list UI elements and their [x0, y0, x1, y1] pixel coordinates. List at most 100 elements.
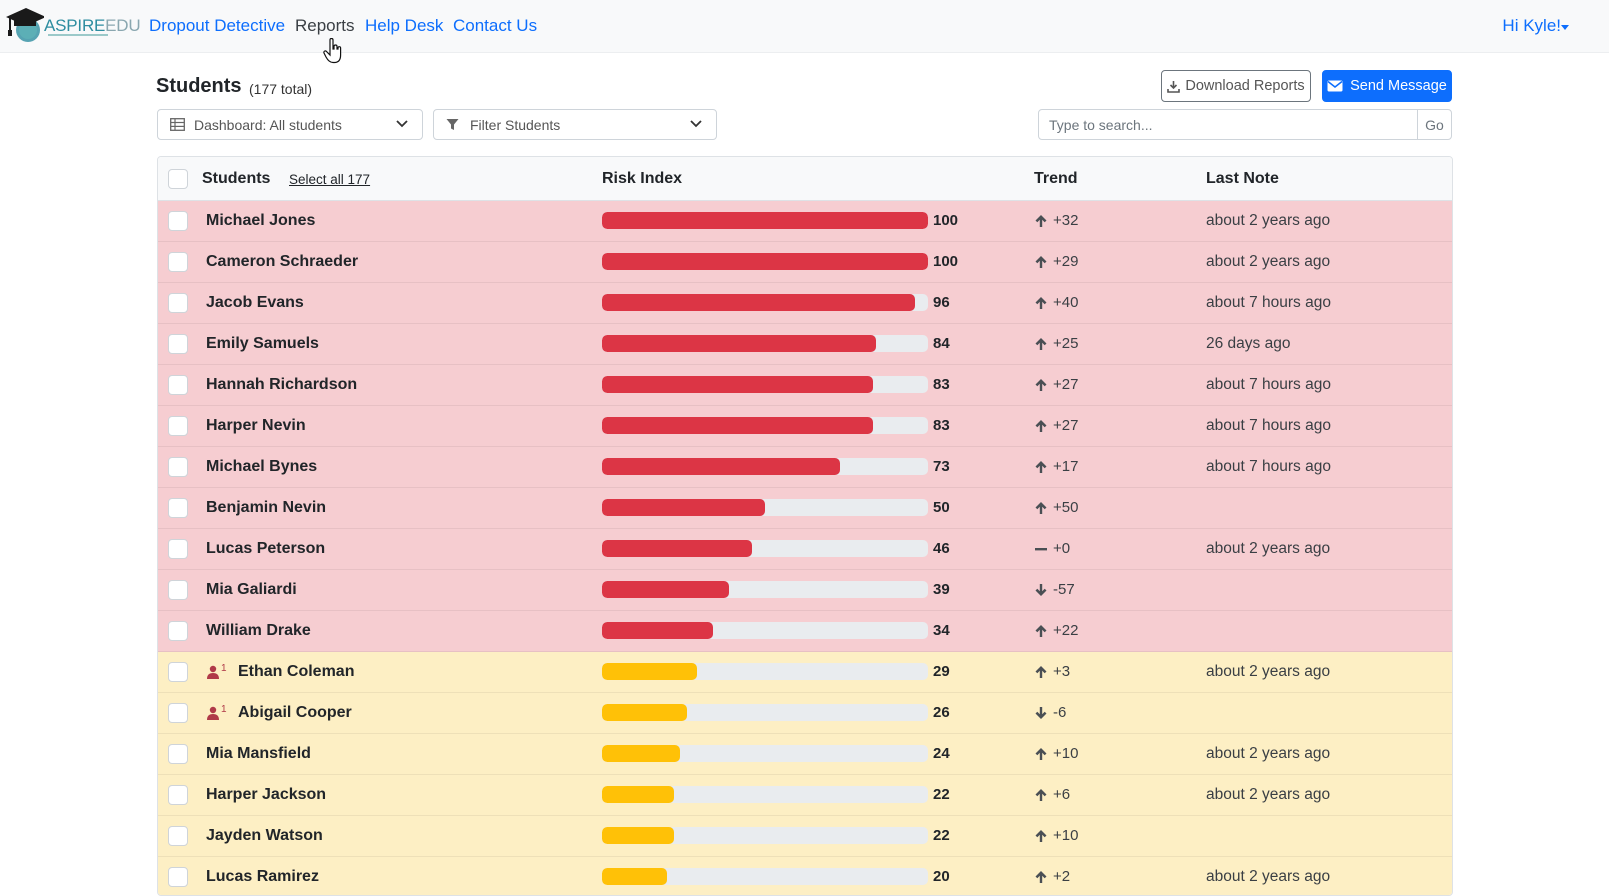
user-menu[interactable]: Hi Kyle!: [1502, 16, 1561, 36]
last-note-value[interactable]: about 7 hours ago: [1206, 458, 1331, 476]
last-note-value[interactable]: about 7 hours ago: [1206, 417, 1331, 435]
student-name[interactable]: Emily Samuels: [206, 335, 319, 353]
row-checkbox[interactable]: [168, 703, 188, 723]
student-name[interactable]: Michael Bynes: [206, 458, 317, 476]
table-row[interactable]: Harper Nevin 83 +27 about 7 hours ago: [158, 406, 1452, 447]
last-note-value[interactable]: about 2 years ago: [1206, 253, 1330, 271]
row-checkbox[interactable]: [168, 334, 188, 354]
table-row[interactable]: Emily Samuels 84 +25 26 days ago: [158, 324, 1452, 365]
row-checkbox[interactable]: [168, 621, 188, 641]
table-row[interactable]: Michael Jones 100 +32 about 2 years ago: [158, 201, 1452, 242]
last-note-value[interactable]: about 2 years ago: [1206, 212, 1330, 230]
send-message-button[interactable]: Send Message: [1322, 70, 1452, 102]
arrow-up-icon: [1035, 788, 1047, 801]
dashboard-select-value: Dashboard: All students: [194, 116, 342, 133]
student-name[interactable]: Abigail Cooper: [238, 704, 352, 722]
row-checkbox[interactable]: [168, 293, 188, 313]
col-header-risk-index[interactable]: Risk Index: [602, 170, 682, 188]
table-row[interactable]: Lucas Ramirez 20 +2 about 2 years ago: [158, 857, 1452, 895]
table-row[interactable]: Cameron Schraeder 100 +29 about 2 years ago: [158, 242, 1452, 283]
row-checkbox[interactable]: [168, 375, 188, 395]
arrow-up-icon: [1035, 337, 1047, 350]
trend-value: +6: [1053, 786, 1071, 803]
last-note-value[interactable]: about 2 years ago: [1206, 540, 1330, 558]
student-name[interactable]: Harper Jackson: [206, 786, 326, 804]
dashboard-select[interactable]: Dashboard: All students: [157, 109, 423, 140]
row-checkbox[interactable]: [168, 785, 188, 805]
student-name[interactable]: Jacob Evans: [206, 294, 304, 312]
row-checkbox[interactable]: [168, 498, 188, 518]
last-note-value[interactable]: 26 days ago: [1206, 335, 1290, 353]
last-note-value[interactable]: about 2 years ago: [1206, 663, 1330, 681]
students-table: Students Select all 177 Risk Index Trend…: [157, 156, 1453, 896]
select-all-checkbox[interactable]: [168, 169, 188, 189]
risk-bar-fill: [602, 745, 681, 762]
row-checkbox[interactable]: [168, 662, 188, 682]
student-name[interactable]: Ethan Coleman: [238, 663, 354, 681]
student-name[interactable]: Lucas Ramirez: [206, 868, 319, 886]
student-name[interactable]: Lucas Peterson: [206, 540, 325, 558]
student-name[interactable]: Mia Mansfield: [206, 745, 311, 763]
row-checkbox[interactable]: [168, 867, 188, 887]
student-name[interactable]: Jayden Watson: [206, 827, 323, 845]
trend-value: -57: [1053, 581, 1075, 598]
student-name[interactable]: Cameron Schraeder: [206, 253, 358, 271]
download-reports-button[interactable]: Download Reports: [1161, 70, 1311, 102]
table-row[interactable]: Lucas Peterson 46 +0 about 2 years ago: [158, 529, 1452, 570]
row-checkbox[interactable]: [168, 826, 188, 846]
last-note-value[interactable]: about 2 years ago: [1206, 786, 1330, 804]
trend-cell: +22: [1034, 622, 1078, 639]
student-name[interactable]: Benjamin Nevin: [206, 499, 326, 517]
user-flag-icon[interactable]: 1: [206, 704, 228, 724]
last-note-value[interactable]: about 7 hours ago: [1206, 376, 1331, 394]
row-checkbox[interactable]: [168, 211, 188, 231]
user-flag-icon[interactable]: 1: [206, 663, 228, 683]
nav-reports[interactable]: Reports: [295, 16, 355, 36]
nav-dropout-detective[interactable]: Dropout Detective: [149, 16, 285, 36]
risk-bar: [602, 253, 928, 270]
filter-students-select[interactable]: Filter Students: [433, 109, 717, 140]
table-row[interactable]: Hannah Richardson 83 +27 about 7 hours ago: [158, 365, 1452, 406]
table-row[interactable]: 1 Abigail Cooper 26 -6: [158, 693, 1452, 734]
student-name[interactable]: Harper Nevin: [206, 417, 306, 435]
table-row[interactable]: William Drake 34 +22: [158, 611, 1452, 652]
risk-index-value: 84: [933, 335, 950, 352]
table-row[interactable]: Mia Galiardi 39 -57: [158, 570, 1452, 611]
table-row[interactable]: Benjamin Nevin 50 +50: [158, 488, 1452, 529]
risk-index-value: 50: [933, 499, 950, 516]
col-header-trend[interactable]: Trend: [1034, 170, 1078, 188]
last-note-value[interactable]: about 7 hours ago: [1206, 294, 1331, 312]
search-input[interactable]: [1038, 109, 1418, 140]
trend-cell: -57: [1034, 581, 1075, 598]
row-checkbox[interactable]: [168, 580, 188, 600]
col-header-last-note[interactable]: Last Note: [1206, 170, 1279, 188]
risk-bar-fill: [602, 335, 876, 352]
risk-index-value: 39: [933, 581, 950, 598]
aspiredu-logo[interactable]: ASPIREEDU: [4, 6, 141, 46]
row-checkbox[interactable]: [168, 252, 188, 272]
nav-help-desk[interactable]: Help Desk: [365, 16, 443, 36]
search-go-button[interactable]: Go: [1417, 109, 1452, 140]
row-checkbox[interactable]: [168, 744, 188, 764]
select-all-link[interactable]: Select all 177: [289, 172, 370, 187]
table-row[interactable]: Mia Mansfield 24 +10 about 2 years ago: [158, 734, 1452, 775]
table-row[interactable]: Jacob Evans 96 +40 about 7 hours ago: [158, 283, 1452, 324]
last-note-value[interactable]: about 2 years ago: [1206, 868, 1330, 886]
row-checkbox[interactable]: [168, 539, 188, 559]
row-checkbox[interactable]: [168, 416, 188, 436]
trend-cell: +17: [1034, 458, 1078, 475]
risk-index-value: 22: [933, 827, 950, 844]
student-name[interactable]: Mia Galiardi: [206, 581, 297, 599]
student-name[interactable]: William Drake: [206, 622, 311, 640]
table-row[interactable]: Harper Jackson 22 +6 about 2 years ago: [158, 775, 1452, 816]
last-note-value[interactable]: about 2 years ago: [1206, 745, 1330, 763]
row-checkbox[interactable]: [168, 457, 188, 477]
risk-bar: [602, 376, 928, 393]
arrow-down-icon: [1035, 583, 1047, 596]
student-name[interactable]: Hannah Richardson: [206, 376, 357, 394]
student-name[interactable]: Michael Jones: [206, 212, 315, 230]
table-row[interactable]: 1 Ethan Coleman 29 +3 about 2 years ago: [158, 652, 1452, 693]
table-row[interactable]: Michael Bynes 73 +17 about 7 hours ago: [158, 447, 1452, 488]
nav-contact-us[interactable]: Contact Us: [453, 16, 537, 36]
table-row[interactable]: Jayden Watson 22 +10: [158, 816, 1452, 857]
